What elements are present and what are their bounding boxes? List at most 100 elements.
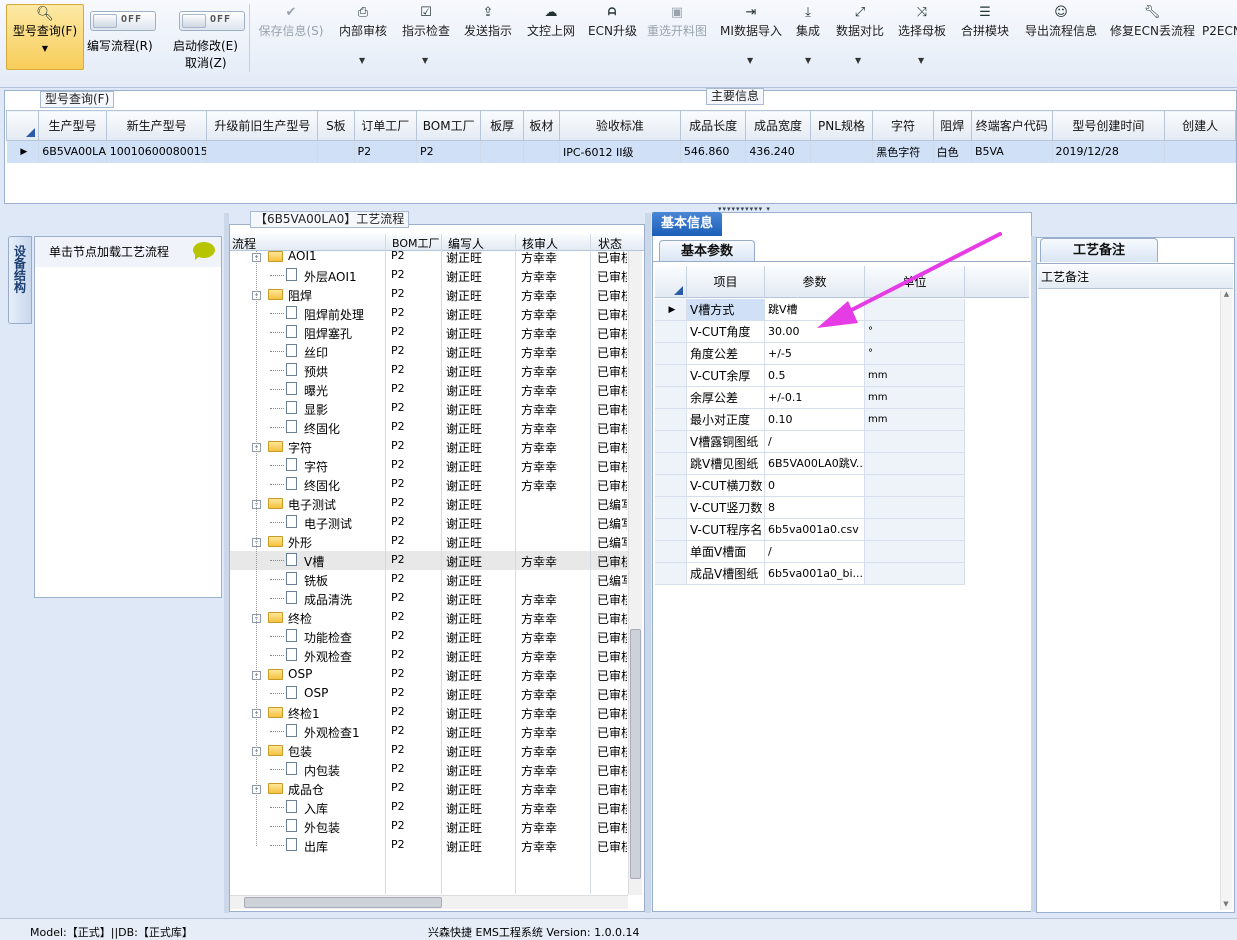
tree-leaf-node[interactable]: 外观检查 P2 谢正旺 方幸幸 已审核 (230, 646, 640, 665)
table-cell[interactable] (206, 140, 319, 163)
table-cell[interactable]: B5VA (971, 140, 1053, 163)
col-header[interactable]: 成品长度 (679, 110, 747, 141)
scroll-up-icon[interactable]: ▲ (1221, 290, 1232, 298)
col-header[interactable]: 生产型号 (38, 110, 107, 141)
select-motherboard-button[interactable]: ⤨ 选择母板 (896, 4, 948, 60)
col-header[interactable]: 板材 (522, 110, 560, 141)
chevron-down-icon[interactable]: ▼ (805, 56, 811, 65)
tree-leaf-node[interactable]: 内包装 P2 谢正旺 方幸幸 已审核 (230, 760, 640, 779)
tree-folder-node[interactable]: -终检1P2谢正旺方幸幸已审核 (230, 703, 640, 722)
col-header[interactable]: 升级前旧生产型号 (206, 110, 319, 141)
param-row[interactable]: 角度公差 +/-5 ° (655, 343, 1031, 365)
tree-leaf-node[interactable]: 阻焊前处理 P2 谢正旺 方幸幸 已审核 (230, 304, 640, 323)
param-value[interactable]: / (765, 541, 865, 563)
table-cell[interactable]: 436.240 (745, 140, 811, 163)
tree-vscrollbar[interactable] (628, 251, 642, 895)
col-header[interactable]: BOM工厂 (415, 110, 482, 141)
tree-folder-node[interactable]: -字符P2谢正旺方幸幸已审核 (230, 437, 640, 456)
tree-leaf-node[interactable]: 成品清洗 P2 谢正旺 方幸幸 已审核 (230, 589, 640, 608)
row-selector[interactable] (655, 497, 687, 519)
param-value[interactable]: 6b5va001a0.csv (765, 519, 865, 541)
tree-leaf-node[interactable]: 阻焊塞孔 P2 谢正旺 方幸幸 已审核 (230, 323, 640, 342)
param-value[interactable]: 6b5va001a0_bi... (765, 563, 865, 585)
table-cell[interactable]: 546.860 (680, 140, 747, 163)
col-header[interactable]: 成品宽度 (745, 110, 811, 141)
tree-leaf-node[interactable]: 出库 P2 谢正旺 方幸幸 已审核 (230, 836, 640, 855)
write-flow-toggle[interactable]: OFF (90, 11, 156, 31)
param-row[interactable]: V槽露铜图纸 / (655, 431, 1031, 453)
chevron-down-icon[interactable]: ▼ (918, 56, 924, 65)
model-query-button[interactable]: 🔍︎ 型号查询(F) ▼ (6, 4, 84, 70)
tree-folder-node[interactable]: -外形P2谢正旺已编写 (230, 532, 640, 551)
row-selector[interactable] (655, 409, 687, 431)
col-header[interactable]: 字符 (872, 110, 934, 141)
table-cell[interactable] (317, 140, 355, 163)
tree-leaf-node[interactable]: 终固化 P2 谢正旺 方幸幸 已审核 (230, 475, 640, 494)
middle-splitter[interactable] (645, 213, 651, 913)
ecn-upgrade-button[interactable]: ᗩ ECN升级 (588, 4, 637, 60)
tree-folder-node[interactable]: -OSPP2谢正旺方幸幸已审核 (230, 665, 640, 684)
scroll-down-icon[interactable]: ▼ (1221, 900, 1231, 908)
row-selector[interactable] (655, 519, 687, 541)
tree-leaf-node[interactable]: OSP P2 谢正旺 方幸幸 已审核 (230, 684, 640, 703)
table-cell[interactable] (523, 140, 560, 163)
tab-equipment-structure[interactable]: 设备结构 (8, 236, 32, 324)
tree-leaf-node[interactable]: 入库 P2 谢正旺 方幸幸 已审核 (230, 798, 640, 817)
table-cell[interactable]: 2019/12/28 (1052, 140, 1166, 163)
tree-hscrollbar[interactable] (230, 895, 628, 909)
param-value[interactable]: 6B5VA00LA0跳V... (765, 453, 865, 475)
chevron-down-icon[interactable]: ▼ (422, 56, 428, 65)
fix-ecn-button[interactable]: 🔧︎ 修复ECN丢流程 (1110, 4, 1195, 60)
param-row[interactable]: V-CUT程序名 6b5va001a0.csv (655, 519, 1031, 541)
table-cell[interactable] (810, 140, 874, 163)
tree-folder-node[interactable]: -包装P2谢正旺方幸幸已审核 (230, 741, 640, 760)
param-row[interactable]: 最小对正度 0.10 mm (655, 409, 1031, 431)
param-row[interactable]: V-CUT横刀数 0 (655, 475, 1031, 497)
param-value[interactable]: / (765, 431, 865, 453)
row-selector[interactable] (655, 453, 687, 475)
tree-folder-node[interactable]: -终检P2谢正旺方幸幸已审核 (230, 608, 640, 627)
tab-process-notes[interactable]: 工艺备注 (1040, 238, 1158, 262)
tree-leaf-node[interactable]: 字符 P2 谢正旺 方幸幸 已审核 (230, 456, 640, 475)
col-header[interactable]: 板厚 (480, 110, 524, 141)
row-selector[interactable] (655, 475, 687, 497)
save-info-button[interactable]: ✔ 保存信息(S) (256, 4, 326, 60)
tree-folder-node[interactable]: -成品仓P2谢正旺方幸幸已审核 (230, 779, 640, 798)
col-header[interactable]: 新生产型号 (105, 110, 208, 141)
speech-bubble-icon[interactable] (193, 242, 215, 260)
col-header[interactable]: 创建人 (1164, 110, 1236, 141)
param-row[interactable]: 余厚公差 +/-0.1 mm (655, 387, 1031, 409)
row-selector[interactable] (655, 563, 687, 585)
param-row[interactable]: 单面V槽面 / (655, 541, 1031, 563)
row-selector[interactable] (655, 431, 687, 453)
col-header[interactable]: 型号创建时间 (1051, 110, 1166, 141)
tree-leaf-node[interactable]: 预烘 P2 谢正旺 方幸幸 已审核 (230, 361, 640, 380)
param-row[interactable]: V-CUT余厚 0.5 mm (655, 365, 1031, 387)
notes-scrollbar[interactable]: ▲ ▼ (1220, 290, 1232, 910)
col-header[interactable]: 阻焊 (932, 110, 972, 141)
table-row[interactable]: ▶ 6B5VA00LA0 10010600080015 P2 P2 IPC-60… (6, 140, 1236, 163)
tree-leaf-node[interactable]: V槽 P2 谢正旺 方幸幸 已审核 (230, 551, 640, 570)
tree-folder-node[interactable]: -AOI1P2谢正旺方幸幸已审核 (230, 247, 640, 266)
tree-leaf-node[interactable]: 显影 P2 谢正旺 方幸幸 已审核 (230, 399, 640, 418)
col-header[interactable]: PNL规格 (809, 110, 874, 141)
internal-review-button[interactable]: ⎙ 内部审核 (337, 4, 389, 60)
table-cell[interactable] (1164, 140, 1236, 163)
param-value[interactable]: 0.5 (765, 365, 865, 387)
p2ecn-button[interactable]: P2ECN (1202, 4, 1237, 60)
chevron-down-icon[interactable]: ▼ (359, 56, 365, 65)
tree-leaf-node[interactable]: 曝光 P2 谢正旺 方幸幸 已审核 (230, 380, 640, 399)
integrate-button[interactable]: ⤓ 集成 (793, 4, 823, 60)
merge-module-button[interactable]: ☰ 合拼模块 (959, 4, 1011, 60)
param-row[interactable]: V-CUT竖刀数 8 (655, 497, 1031, 519)
row-selector[interactable]: ▶ (655, 299, 687, 321)
col-header[interactable]: 订单工厂 (353, 110, 417, 141)
table-cell[interactable]: P2 (354, 140, 417, 163)
data-compare-button[interactable]: ⤢ 数据对比 (834, 4, 886, 60)
col-header[interactable]: 项目 (687, 266, 765, 298)
tree-folder-node[interactable]: -电子测试P2谢正旺已编写 (230, 494, 640, 513)
param-row[interactable]: 跳V槽见图纸 6B5VA00LA0跳V... (655, 453, 1031, 475)
tab-basic-info[interactable]: 基本信息 (652, 212, 722, 236)
tree-leaf-node[interactable]: 铣板 P2 谢正旺 已编写 (230, 570, 640, 589)
param-row[interactable]: 成品V槽图纸 6b5va001a0_bi... (655, 563, 1031, 585)
